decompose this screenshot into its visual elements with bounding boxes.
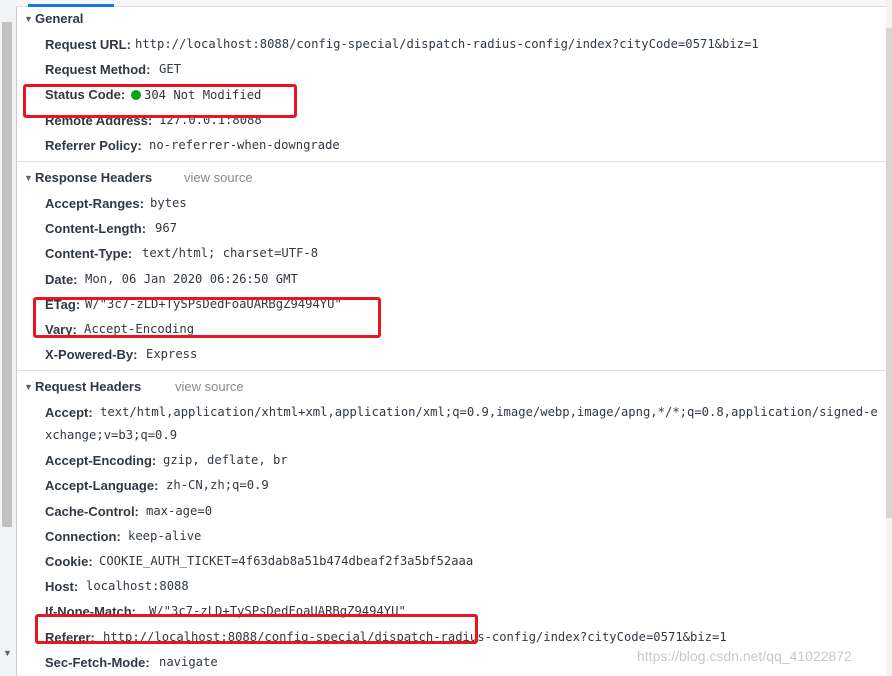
header-value: http://localhost:8088/config-special/dis… — [135, 37, 759, 51]
header-value: Express — [146, 347, 198, 362]
divider — [17, 160, 886, 162]
general-row: Remote Address: 127.0.0.1:8088 — [17, 108, 886, 133]
header-key: Accept-Encoding: — [45, 453, 157, 469]
response-header-row: Date: Mon, 06 Jan 2020 06:26:50 GMT — [17, 267, 886, 292]
header-value: gzip, deflate, br — [163, 453, 288, 468]
header-key: Content-Length: — [45, 221, 147, 237]
header-value: Mon, 06 Jan 2020 06:26:50 GMT — [85, 271, 298, 286]
collapse-triangle-icon[interactable]: ▼ — [24, 14, 33, 24]
section-general-header[interactable]: ▼ General — [17, 7, 886, 32]
collapse-triangle-icon[interactable]: ▼ — [24, 173, 33, 183]
view-source-link[interactable]: view source — [175, 379, 244, 394]
header-key: X-Powered-By: — [45, 347, 138, 363]
header-key: Accept: — [45, 405, 93, 421]
response-header-row: ETag: W/"3c7-zLD+TySPsDedFoaUARBgZ9494YU" — [17, 292, 886, 317]
response-header-row: Accept-Ranges: bytes — [17, 191, 886, 216]
header-key: Request Method: — [45, 62, 151, 78]
request-header-row: Cookie: COOKIE_AUTH_TICKET=4f63dab8a51b47… — [17, 549, 886, 574]
header-value: Accept-Encoding — [84, 321, 195, 336]
section-title: Response Headers — [35, 169, 153, 185]
view-source-link[interactable]: view source — [184, 170, 253, 185]
header-value: bytes — [150, 195, 187, 210]
general-row: Request URL: http://localhost:8088/config… — [17, 32, 886, 57]
tab-bar — [16, 0, 886, 7]
response-header-row: Content-Length: 967 — [17, 216, 886, 241]
header-key: Connection: — [45, 528, 121, 544]
header-value: keep-alive — [128, 528, 202, 543]
request-header-row: Accept-Encoding: gzip, deflate, br — [17, 448, 886, 473]
section-title: Request Headers — [35, 379, 142, 395]
header-value: text/html; charset=UTF-8 — [142, 246, 319, 261]
header-key: Vary: — [45, 321, 77, 337]
header-value: zh-CN,zh;q=0.9 — [166, 478, 269, 493]
header-value: max-age=0 — [146, 503, 213, 518]
scroll-down-icon[interactable]: ▼ — [3, 648, 12, 658]
header-key: Status Code: — [45, 87, 126, 103]
request-header-row: Accept: text/html,application/xhtml+xml,… — [17, 400, 886, 448]
header-value: text/html,application/xhtml+xml,applicat… — [100, 405, 878, 420]
header-value: GET — [159, 62, 182, 77]
header-value: 967 — [155, 221, 178, 236]
header-value: W/"3c7-zLD+TySPsDedFoaUARBgZ9494YU" — [85, 296, 342, 311]
response-header-row: Vary: Accept-Encoding — [17, 317, 886, 342]
header-key: Date: — [45, 271, 78, 287]
headers-panel: ▼ General Request URL: http://localhost:8… — [17, 7, 886, 675]
header-value: navigate — [159, 654, 218, 669]
header-key: If-None-Match: — [45, 604, 136, 620]
general-row: Referrer Policy: no-referrer-when-downgra… — [17, 133, 886, 158]
header-key: Accept-Language: — [45, 478, 159, 494]
status-group: 304 Not Modified — [131, 82, 261, 108]
header-value: W/"3c7-zLD+TySPsDedFoaUARBgZ9494YU" — [149, 604, 406, 619]
header-value: http://localhost:8088/config-special/dis… — [103, 629, 727, 644]
header-value: localhost:8088 — [86, 579, 189, 594]
header-key: Sec-Fetch-Mode: — [45, 654, 150, 670]
request-header-row: If-None-Match: W/"3c7-zLD+TySPsDedFoaUARB… — [17, 599, 886, 624]
response-header-row: Content-Type: text/html; charset=UTF-8 — [17, 241, 886, 266]
header-value: 304 Not Modified — [144, 88, 262, 103]
watermark: https://blog.csdn.net/qq_41022872 — [637, 648, 852, 664]
request-header-row: Referer: http://localhost:8088/config-spe… — [17, 625, 886, 650]
header-key: Accept-Ranges: — [45, 195, 144, 211]
general-row: Request Method: GET — [17, 57, 886, 82]
status-ok-icon — [131, 90, 141, 101]
header-key: Content-Type: — [45, 246, 133, 262]
right-scrollbar[interactable] — [886, 0, 892, 676]
divider — [17, 370, 886, 372]
header-key: Referrer Policy: — [45, 137, 142, 153]
header-key: Referer: — [45, 629, 95, 645]
section-title: General — [35, 11, 84, 26]
header-value: COOKIE_AUTH_TICKET=4f63dab8a51b474dbeaf2… — [99, 554, 474, 568]
collapse-triangle-icon[interactable]: ▼ — [24, 382, 33, 392]
header-key: Cookie: — [45, 554, 93, 569]
request-header-row: Cache-Control: max-age=0 — [17, 499, 886, 524]
header-value: 127.0.0.1:8088 — [159, 112, 262, 127]
header-value: no-referrer-when-downgrade — [149, 137, 340, 152]
section-response-headers-header[interactable]: ▼ Response Headers view source — [17, 166, 886, 191]
header-key: ETag: — [45, 296, 81, 312]
left-scrollbar-thumb[interactable] — [2, 22, 12, 527]
header-key: Remote Address: — [45, 112, 153, 128]
response-header-row: X-Powered-By: Express — [17, 342, 886, 367]
header-value-continuation: xchange;v=b3;q=0.9 — [45, 428, 178, 443]
section-request-headers-header[interactable]: ▼ Request Headers view source — [17, 375, 886, 400]
right-scrollbar-thumb[interactable] — [886, 28, 892, 518]
left-scrollbar[interactable]: ▼ — [0, 0, 17, 676]
request-header-row: Host: localhost:8088 — [17, 574, 886, 599]
request-header-row: Accept-Language: zh-CN,zh;q=0.9 — [17, 473, 886, 498]
header-key: Request URL: — [45, 37, 131, 52]
request-header-row: Connection: keep-alive — [17, 524, 886, 549]
header-key: Cache-Control: — [45, 503, 139, 519]
general-row: Status Code: 304 Not Modified — [17, 82, 886, 107]
header-key: Host: — [45, 579, 79, 595]
